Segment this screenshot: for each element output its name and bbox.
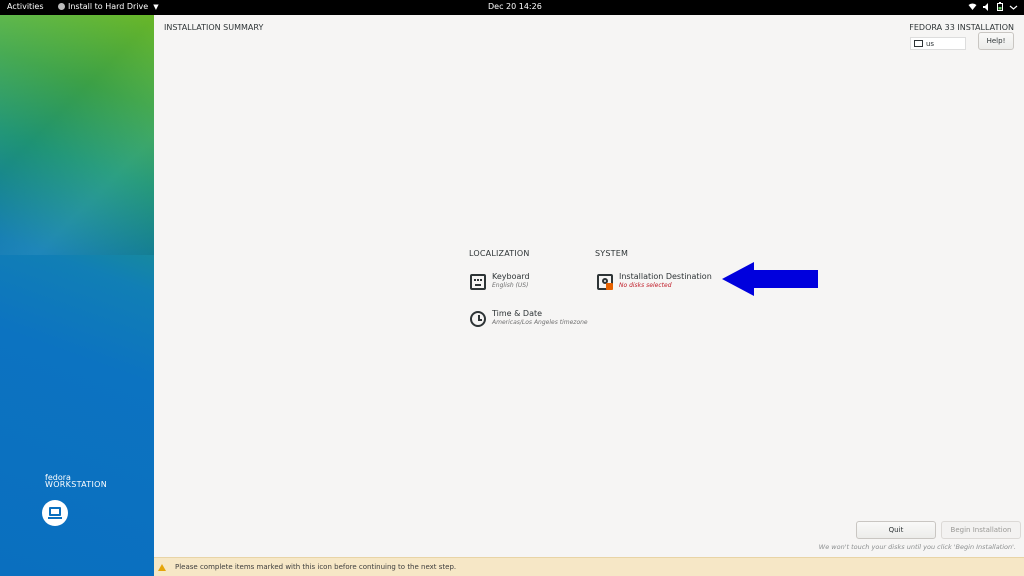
app-menu[interactable]: Install to Hard Drive ▼ (58, 2, 159, 11)
chevron-down-icon: ▼ (153, 2, 159, 11)
network-icon (968, 3, 977, 13)
keyboard-icon (914, 40, 923, 47)
app-icon (58, 3, 65, 10)
spoke-status: English (US) (492, 282, 529, 289)
top-bar: Activities Install to Hard Drive ▼ Dec 2… (0, 0, 1024, 15)
workstation-icon (42, 500, 68, 526)
clock-icon (470, 311, 486, 327)
spoke-time-date[interactable]: Time & Date Americas/Los Angeles timezon… (470, 309, 588, 327)
page-title: INSTALLATION SUMMARY (164, 23, 264, 32)
spoke-title: Keyboard (492, 272, 530, 281)
clock[interactable]: Dec 20 14:26 (488, 2, 542, 11)
main-panel: INSTALLATION SUMMARY FEDORA 33 INSTALLAT… (154, 15, 1024, 576)
keyboard-layout-label: us (926, 39, 935, 48)
power-menu-icon (1009, 3, 1018, 13)
disk-safety-note: We won't touch your disks until you clic… (818, 543, 1016, 551)
spoke-keyboard[interactable]: Keyboard English (US) (470, 272, 530, 290)
warning-bar: Please complete items marked with this i… (154, 557, 1024, 576)
workstation-logo-text: WORKSTATION (45, 480, 108, 489)
system-tray[interactable] (968, 2, 1018, 13)
disk-icon (597, 274, 613, 290)
spoke-title: Time & Date (492, 309, 543, 318)
battery-icon (997, 2, 1003, 13)
help-button[interactable]: Help! (978, 32, 1014, 50)
spoke-status: No disks selected (619, 282, 672, 289)
quit-button[interactable]: Quit (856, 521, 936, 539)
keyboard-layout-indicator[interactable]: us (910, 37, 966, 50)
sidebar-background-pattern (0, 15, 154, 255)
spoke-title: Installation Destination (619, 272, 712, 281)
warning-badge-icon (606, 283, 613, 290)
app-menu-label: Install to Hard Drive (68, 2, 149, 11)
warning-icon (158, 563, 166, 571)
product-title: FEDORA 33 INSTALLATION (909, 23, 1014, 32)
keyboard-icon (470, 274, 486, 290)
spoke-status: Americas/Los Angeles timezone (492, 319, 588, 326)
begin-installation-button[interactable]: Begin Installation (941, 521, 1021, 539)
warning-text: Please complete items marked with this i… (175, 563, 457, 571)
volume-icon (983, 2, 991, 13)
spoke-installation-destination[interactable]: Installation Destination No disks select… (597, 272, 712, 290)
annotation-arrow-icon (722, 262, 818, 296)
localization-heading: LOCALIZATION (469, 249, 530, 258)
activities-button[interactable]: Activities (7, 2, 44, 11)
system-heading: SYSTEM (595, 249, 629, 258)
sidebar: fedora WORKSTATION (0, 15, 154, 576)
